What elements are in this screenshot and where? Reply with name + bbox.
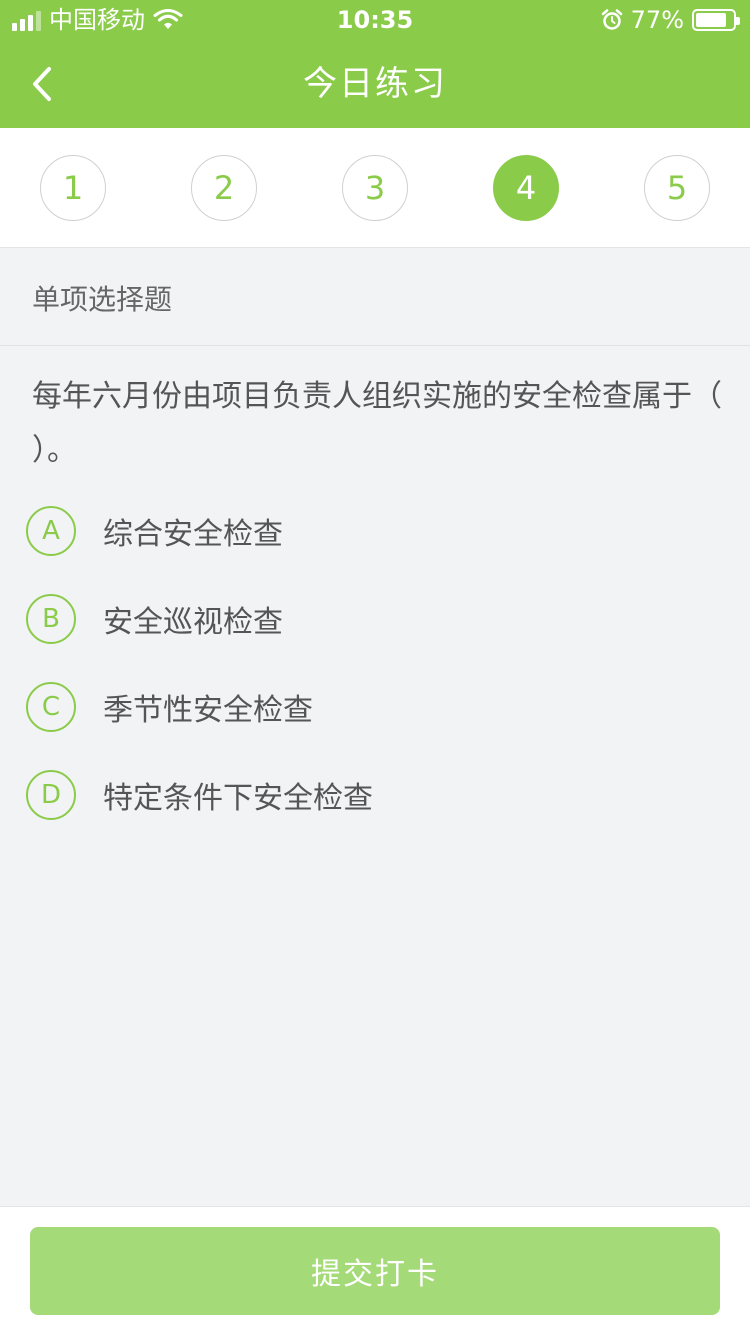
status-bar: 中国移动 10:35 77% (0, 0, 750, 40)
option-letter: D (26, 770, 76, 820)
bottom-bar: 提交打卡 (0, 1206, 750, 1334)
option-c[interactable]: C 季节性安全检查 (26, 680, 726, 734)
page-title: 今日练习 (303, 64, 447, 104)
option-text: 综合安全检查 (103, 517, 283, 552)
question-tab-2[interactable]: 2 (191, 155, 257, 221)
option-a[interactable]: A 综合安全检查 (26, 504, 726, 558)
question-number-tabs: 1 2 3 4 5 (0, 128, 750, 248)
option-text: 安全巡视检查 (103, 605, 283, 640)
option-letter: C (26, 682, 76, 732)
battery-icon (692, 9, 740, 31)
app-header: 中国移动 10:35 77% 今日练习 (0, 0, 750, 128)
question-tab-3[interactable]: 3 (342, 155, 408, 221)
option-d[interactable]: D 特定条件下安全检查 (26, 768, 726, 822)
question-tab-4[interactable]: 4 (493, 155, 559, 221)
question-tab-5[interactable]: 5 (644, 155, 710, 221)
option-text: 季节性安全检查 (103, 693, 313, 728)
option-text: 特定条件下安全检查 (103, 781, 373, 816)
question-text: 每年六月份由项目负责人组织实施的安全检查属于（ ）。 (32, 379, 722, 468)
submit-checkin-button[interactable]: 提交打卡 (30, 1227, 720, 1315)
option-letter: A (26, 506, 76, 556)
question-type-label: 单项选择题 (0, 248, 750, 346)
option-b[interactable]: B 安全巡视检查 (26, 592, 726, 646)
battery-percent: 77% (630, 6, 684, 34)
alarm-icon (601, 9, 622, 30)
question-tab-1[interactable]: 1 (40, 155, 106, 221)
option-letter: B (26, 594, 76, 644)
